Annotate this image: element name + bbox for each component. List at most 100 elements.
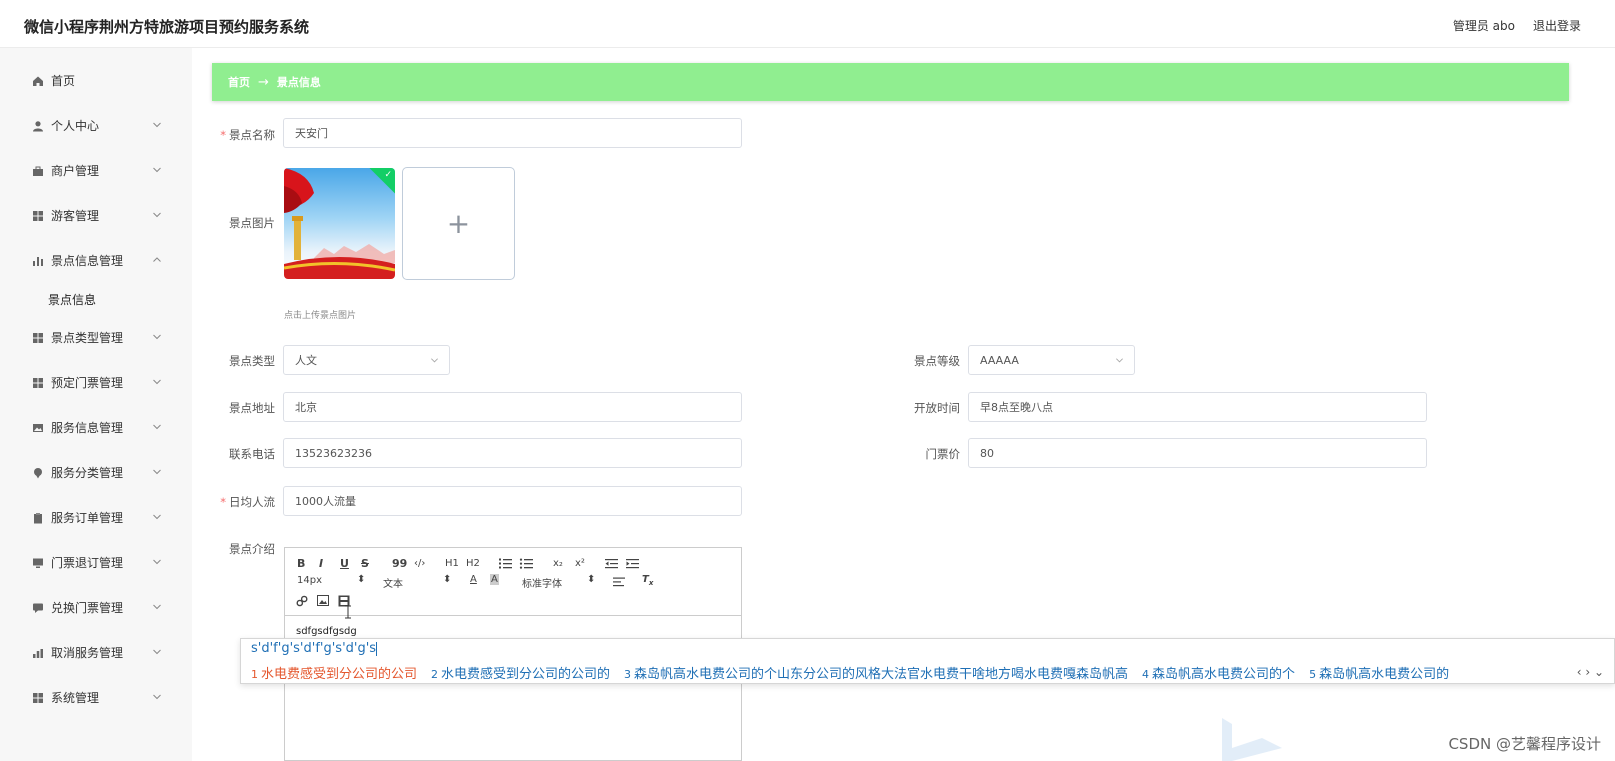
subscript-button[interactable]: x₂ — [553, 558, 563, 569]
candidate-number: 3 — [624, 668, 632, 681]
sidebar-item-label: 服务分类管理 — [51, 466, 124, 480]
clipboard-icon — [34, 512, 42, 523]
ime-candidate[interactable]: 4 森岛帆高水电费公司的个 — [1142, 663, 1295, 682]
ime-candidate[interactable]: 2 水电费感受到分公司的公司的 — [431, 663, 610, 682]
scenic-level-label: 景点等级 — [914, 354, 960, 368]
clear-format-icon[interactable]: Tx — [642, 574, 653, 587]
bar-chart-icon — [33, 256, 43, 266]
scenic-name-input[interactable]: 天安门 — [283, 118, 742, 148]
breadcrumb-home[interactable]: 首页 — [228, 74, 250, 90]
scenic-image-label: 景点图片 — [229, 216, 275, 230]
candidate-number: 4 — [1142, 668, 1150, 681]
logout-link[interactable]: 退出登录 — [1533, 17, 1581, 34]
ime-candidate[interactable]: 3 森岛帆高水电费公司的个山东分公司的风格大法官水电费干啥地方喝水电费嘎森岛帆高 — [624, 663, 1128, 682]
plus-icon: + — [446, 207, 471, 240]
monitor-icon — [33, 558, 43, 568]
sidebar-item-service-info-mgmt[interactable]: 服务信息管理 — [0, 405, 192, 450]
sidebar-item-ticket-exchange-mgmt[interactable]: 兑换门票管理 — [0, 585, 192, 630]
breadcrumb-arrow: → — [258, 74, 269, 90]
top-bar: 微信小程序荆州方特旅游项目预约服务系统 管理员 abo 退出登录 — [0, 0, 1615, 48]
briefcase-icon — [33, 166, 43, 176]
sidebar-subitem-scenic-info[interactable]: 景点信息 — [0, 283, 192, 315]
sidebar-item-ticket-refund-mgmt[interactable]: 门票退订管理 — [0, 540, 192, 585]
strike-button[interactable]: S — [361, 557, 369, 570]
editor-toolbar: B I U S 99 ‹/› H1 H2 x₂ x² 14px ⬍ 文本 ⬍ A… — [285, 548, 741, 616]
ime-page-nav[interactable]: ‹ › ⌄ — [1577, 665, 1604, 679]
heading-picker[interactable]: 文本 — [383, 575, 403, 590]
candidate-text: 森岛帆高水电费公司的个 — [1152, 667, 1296, 682]
candidate-text: 水电费感受到分公司的公司 — [261, 667, 418, 682]
sidebar-item-label: 系统管理 — [51, 691, 100, 705]
ime-candidates: 1 水电费感受到分公司的公司 2 水电费感受到分公司的公司的 3 森岛帆高水电费公司的… — [251, 663, 1449, 682]
open-time-input[interactable]: 早8点至晚八点 — [968, 392, 1427, 422]
font-family-picker[interactable]: 标准字体 — [522, 575, 562, 590]
ime-candidate[interactable]: 5 森岛帆高水电费公司的 — [1309, 663, 1449, 682]
sidebar-item-label: 景点类型管理 — [51, 331, 124, 345]
candidate-number: 5 — [1309, 668, 1317, 681]
sidebar-item-scenic-type-mgmt[interactable]: 景点类型管理 — [0, 315, 192, 360]
scenic-address-input[interactable]: 北京 — [283, 392, 742, 422]
ticket-price-label: 门票价 — [925, 447, 961, 461]
h1-button[interactable]: H1 — [445, 558, 459, 569]
ime-candidate-popup: s'd'f'g's'd'f'g's'd'g's 1 水电费感受到分公司的公司 2水… — [240, 638, 1615, 684]
blockquote-button[interactable]: 99 — [392, 557, 407, 570]
label-text: 景点名称 — [229, 128, 275, 142]
chat-icon — [33, 603, 43, 613]
superscript-button[interactable]: x² — [575, 558, 585, 569]
text-color-icon[interactable]: A — [470, 574, 477, 585]
candidate-text: 森岛帆高水电费公司的个山东分公司的风格大法官水电费干啥地方喝水电费嘎森岛帆高 — [634, 667, 1129, 682]
sidebar-item-tourist[interactable]: 游客管理 — [0, 193, 192, 238]
chevron-down-icon — [1116, 358, 1123, 363]
italic-button[interactable]: I — [319, 557, 323, 570]
sidebar-item-ticket-booking-mgmt[interactable]: 预定门票管理 — [0, 360, 192, 405]
h2-button[interactable]: H2 — [466, 558, 480, 569]
chevron-down-icon — [153, 694, 161, 700]
chevron-down-icon — [153, 424, 161, 430]
scenic-level-select[interactable]: AAAAA — [968, 345, 1135, 375]
required-mark: * — [220, 495, 226, 509]
sidebar-item-service-category-mgmt[interactable]: 服务分类管理 — [0, 450, 192, 495]
scenic-name-label: * 景点名称 — [203, 127, 275, 143]
underline-button[interactable]: U — [340, 557, 349, 570]
composition-text: s'd'f'g's'd'f'g's'd'g's — [251, 641, 377, 656]
sidebar-item-label: 兑换门票管理 — [51, 601, 124, 615]
sidebar-item-system-mgmt[interactable]: 系统管理 — [0, 675, 192, 720]
scenic-image-thumbnail[interactable]: ✓ — [284, 168, 395, 279]
indent-icon[interactable] — [626, 558, 639, 569]
scenic-intro-label: 景点介绍 — [229, 542, 275, 556]
ticket-price-input[interactable]: 80 — [968, 438, 1427, 468]
sidebar-item-merchant[interactable]: 商户管理 — [0, 148, 192, 193]
image-upload-button[interactable]: + — [402, 167, 515, 280]
input-value: 80 — [980, 446, 994, 460]
ordered-list-icon[interactable] — [498, 558, 512, 569]
sidebar-item-scenic-info-mgmt[interactable]: 景点信息管理 — [0, 238, 192, 283]
phone-input[interactable]: 13523623236 — [283, 438, 742, 468]
grid-icon — [33, 332, 43, 343]
sidebar-item-label: 个人中心 — [51, 119, 100, 133]
sidebar-item-home[interactable]: 首页 — [0, 58, 192, 103]
outdent-icon[interactable] — [605, 558, 618, 569]
bullet-list-icon[interactable] — [519, 558, 533, 569]
bold-button[interactable]: B — [297, 557, 305, 570]
background-color-icon[interactable]: A — [490, 574, 499, 585]
code-block-button[interactable]: ‹/› — [414, 558, 425, 569]
daily-visitors-label: * 日均人流 — [203, 494, 275, 510]
sidebar-item-personal-center[interactable]: 个人中心 — [0, 103, 192, 148]
sidebar-item-service-order-mgmt[interactable]: 服务订单管理 — [0, 495, 192, 540]
size-picker-arrow-icon: ⬍ — [357, 574, 366, 585]
scenic-type-select[interactable]: 人文 — [283, 345, 450, 375]
image-insert-icon[interactable] — [317, 595, 329, 606]
admin-user-label[interactable]: 管理员 abo — [1453, 17, 1515, 34]
daily-visitors-input[interactable]: 1000人流量 — [283, 486, 742, 516]
chevron-down-icon — [153, 514, 161, 520]
align-left-icon[interactable] — [613, 577, 625, 587]
home-icon — [33, 76, 43, 86]
sidebar-item-cancel-service-mgmt[interactable]: 取消服务管理 — [0, 630, 192, 675]
sidebar-item-label: 景点信息 — [48, 292, 97, 307]
link-icon[interactable] — [296, 595, 308, 607]
sidebar-item-label: 首页 — [51, 74, 76, 88]
heading-picker-arrow-icon: ⬍ — [443, 574, 452, 585]
font-size-picker[interactable]: 14px — [297, 575, 322, 586]
ime-candidate[interactable]: 1 水电费感受到分公司的公司 — [251, 663, 417, 682]
tiananmen-image — [284, 168, 395, 279]
